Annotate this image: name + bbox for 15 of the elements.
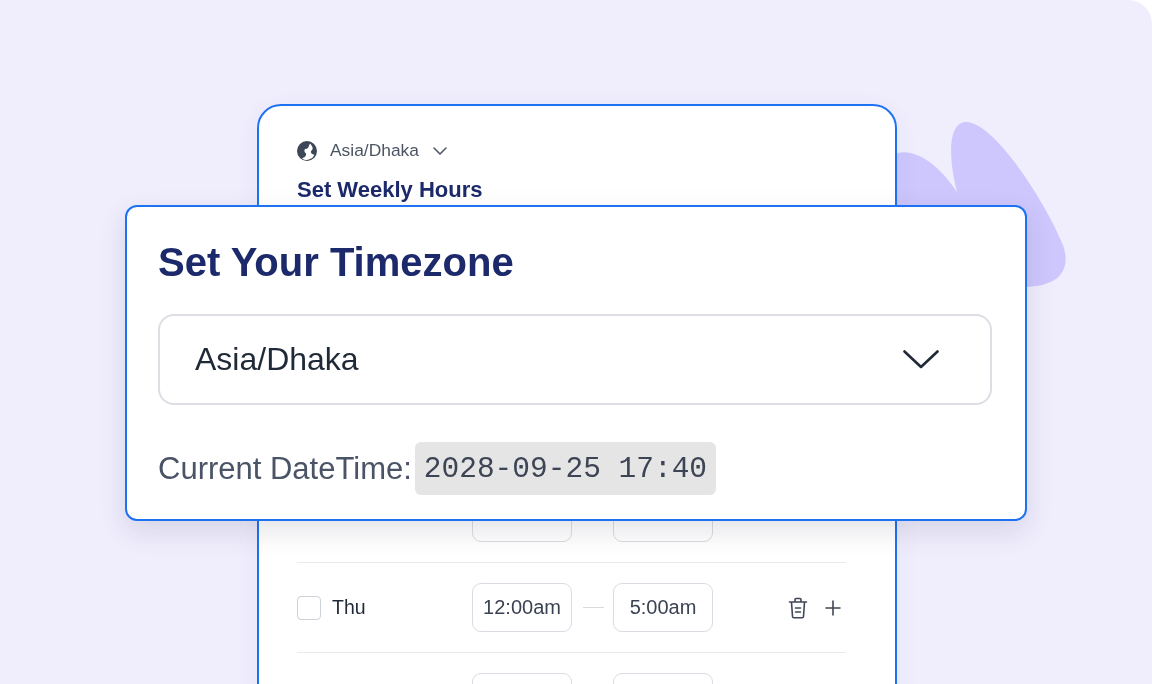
- plus-icon[interactable]: [825, 599, 841, 616]
- globe-icon: [297, 140, 317, 161]
- section-heading: Set Weekly Hours: [297, 177, 484, 203]
- datetime-value: 2028-09-25 17:40: [414, 442, 717, 495]
- chevron-down-icon: [903, 350, 939, 369]
- timezone-select[interactable]: Asia/Dhaka: [158, 314, 992, 405]
- datetime-label: Current DateTime:: [158, 450, 412, 487]
- trash-icon[interactable]: [788, 596, 808, 619]
- dialog-title: Set Your Timezone: [158, 239, 515, 286]
- timezone-dropdown[interactable]: Asia/Dhaka: [297, 138, 447, 163]
- start-time-field[interactable]: 12:00am: [472, 583, 572, 632]
- end-time-field[interactable]: 5:00am: [613, 583, 713, 632]
- day-label: Thu: [332, 596, 367, 619]
- chevron-down-icon: [432, 146, 447, 155]
- day-checkbox[interactable]: [297, 595, 321, 620]
